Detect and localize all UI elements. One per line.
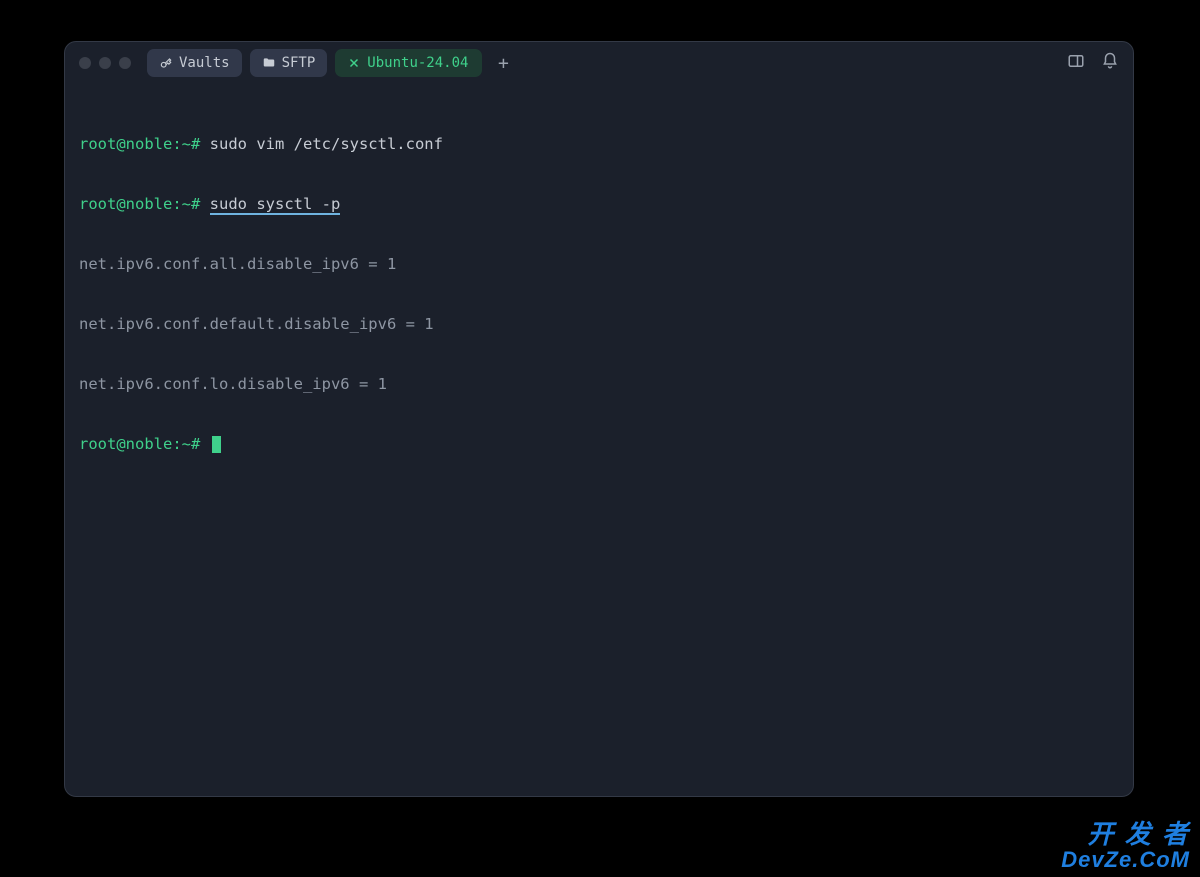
close-window-button[interactable] (79, 57, 91, 69)
terminal-output: net.ipv6.conf.default.disable_ipv6 = 1 (79, 314, 1119, 334)
terminal-output: net.ipv6.conf.lo.disable_ipv6 = 1 (79, 374, 1119, 394)
prompt: root@noble:~# (79, 195, 200, 213)
traffic-lights (79, 57, 131, 69)
tab-label: SFTP (282, 55, 316, 71)
titlebar: Vaults SFTP Ubuntu-24.04 (65, 42, 1133, 84)
tab-vaults[interactable]: Vaults (147, 49, 242, 77)
terminal-window: Vaults SFTP Ubuntu-24.04 (64, 41, 1134, 797)
tab-sftp[interactable]: SFTP (250, 49, 328, 77)
terminal-viewport[interactable]: root@noble:~# sudo vim /etc/sysctl.conf … (65, 84, 1133, 796)
minimize-window-button[interactable] (99, 57, 111, 69)
watermark-line1: 开 发 者 (1061, 821, 1190, 848)
bell-icon[interactable] (1101, 52, 1119, 74)
tab-bar: Vaults SFTP Ubuntu-24.04 (147, 49, 516, 77)
terminal-line: root@noble:~# sudo sysctl -p (79, 194, 1119, 214)
terminal-line: root@noble:~# sudo vim /etc/sysctl.conf (79, 134, 1119, 154)
plus-icon: + (498, 53, 509, 74)
terminal-output: net.ipv6.conf.all.disable_ipv6 = 1 (79, 254, 1119, 274)
new-tab-button[interactable]: + (490, 50, 516, 76)
terminal-line: root@noble:~# (79, 434, 1119, 454)
close-icon[interactable] (347, 56, 361, 70)
titlebar-actions (1067, 52, 1119, 74)
tab-ubuntu[interactable]: Ubuntu-24.04 (335, 49, 482, 77)
watermark-line2: DevZe.CoM (1061, 848, 1190, 871)
maximize-window-button[interactable] (119, 57, 131, 69)
key-icon (159, 56, 173, 70)
prompt: root@noble:~# (79, 435, 200, 453)
folder-icon (262, 56, 276, 70)
tab-label: Vaults (179, 55, 230, 71)
watermark: 开 发 者 DevZe.CoM (1061, 821, 1190, 871)
panel-toggle-icon[interactable] (1067, 52, 1085, 74)
prompt: root@noble:~# (79, 135, 200, 153)
command-text: sudo sysctl -p (210, 195, 341, 215)
command-text: sudo vim /etc/sysctl.conf (210, 135, 443, 153)
tab-label: Ubuntu-24.04 (367, 55, 468, 71)
terminal-cursor (212, 436, 221, 453)
